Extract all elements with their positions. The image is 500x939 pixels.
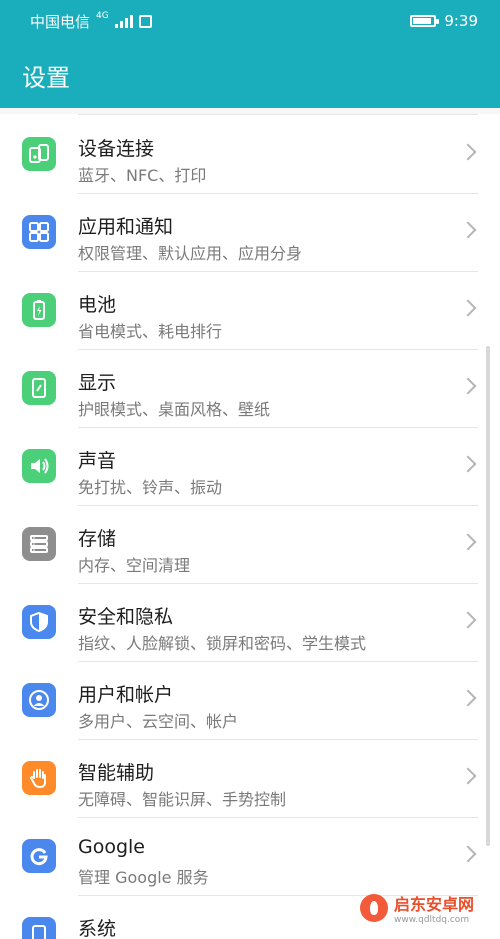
settings-item-subtitle: 指纹、人脸解锁、锁屏和密码、学生模式 [78, 634, 367, 653]
shield-icon [22, 605, 56, 639]
chevron-right-icon [459, 377, 477, 395]
settings-item-title: 应用和通知 [78, 216, 174, 238]
display-icon [22, 371, 56, 405]
settings-item-sound[interactable]: 声音 免打扰、铃声、振动 [0, 428, 500, 506]
divider [78, 114, 478, 115]
chevron-right-icon [459, 143, 477, 161]
sim-icon [138, 14, 152, 28]
watermark: 启东安卓网 www.qdltdq.com [360, 883, 494, 933]
apps-icon [22, 215, 56, 249]
chevron-right-icon [459, 455, 477, 473]
settings-item-title: 设备连接 [78, 138, 155, 160]
settings-item-subtitle: 护眼模式、桌面风格、壁纸 [78, 400, 271, 419]
settings-item-title: 系统 [78, 918, 117, 939]
chevron-right-icon [459, 845, 477, 863]
hand-icon [22, 761, 56, 795]
network-type: 4G [96, 11, 109, 21]
chevron-right-icon [459, 767, 477, 785]
carrier-label: 中国电信 [30, 12, 91, 31]
status-left: 中国电信 4G [30, 11, 152, 32]
system-icon [22, 917, 56, 939]
settings-item-title: 安全和隐私 [78, 606, 174, 628]
settings-item-subtitle: 权限管理、默认应用、应用分身 [78, 244, 303, 263]
settings-item-subtitle: 无障碍、智能识屏、手势控制 [78, 790, 287, 809]
settings-item-device-connect[interactable]: 设备连接 蓝牙、NFC、打印 [0, 116, 500, 194]
chevron-right-icon [459, 299, 477, 317]
chevron-right-icon [459, 689, 477, 707]
app-bar: 设置 [0, 42, 500, 108]
status-bar: 中国电信 4G 9:39 [0, 0, 500, 42]
settings-item-subtitle: 省电模式、耗电排行 [78, 322, 223, 341]
clock: 9:39 [444, 12, 478, 30]
settings-item-assist[interactable]: 智能辅助 无障碍、智能识屏、手势控制 [0, 740, 500, 818]
device-connect-icon [22, 137, 56, 171]
settings-item-title: Google [78, 836, 146, 858]
settings-item-title: 智能辅助 [78, 762, 155, 784]
watermark-logo-icon [360, 894, 388, 922]
user-icon [22, 683, 56, 717]
settings-item-subtitle: 蓝牙、NFC、打印 [78, 166, 207, 185]
settings-item-subtitle: 多用户、云空间、帐户 [78, 712, 239, 731]
sound-icon [22, 449, 56, 483]
settings-item-title: 显示 [78, 372, 117, 394]
battery-icon [22, 293, 56, 327]
settings-item-battery[interactable]: 电池 省电模式、耗电排行 [0, 272, 500, 350]
settings-item-storage[interactable]: 存储 内存、空间清理 [0, 506, 500, 584]
google-icon [22, 839, 56, 873]
watermark-title: 启东安卓网 [394, 895, 475, 914]
settings-item-subtitle: 内存、空间清理 [78, 556, 191, 575]
settings-item-apps[interactable]: 应用和通知 权限管理、默认应用、应用分身 [0, 194, 500, 272]
settings-item-users[interactable]: 用户和帐户 多用户、云空间、帐户 [0, 662, 500, 740]
settings-item-title: 声音 [78, 450, 117, 472]
storage-icon [22, 527, 56, 561]
settings-item-display[interactable]: 显示 护眼模式、桌面风格、壁纸 [0, 350, 500, 428]
settings-list: 设备连接 蓝牙、NFC、打印 应用和通知 权限管理、默认应用、应用分身 电池 省… [0, 114, 500, 939]
signal-icon [114, 14, 133, 28]
status-right: 9:39 [410, 12, 478, 30]
chevron-right-icon [459, 611, 477, 629]
settings-screen: 中国电信 4G 9:39 设置 设备连接 蓝牙、NFC、打印 应用和通知 权限管… [0, 0, 500, 939]
watermark-url: www.qdltdq.com [394, 915, 470, 925]
settings-item-title: 用户和帐户 [78, 684, 174, 706]
battery-status-icon [410, 15, 440, 27]
scrollbar[interactable] [486, 346, 490, 846]
settings-item-title: 电池 [78, 294, 117, 316]
settings-item-subtitle: 免打扰、铃声、振动 [78, 478, 223, 497]
chevron-right-icon [459, 221, 477, 239]
chevron-right-icon [459, 533, 477, 551]
settings-item-security[interactable]: 安全和隐私 指纹、人脸解锁、锁屏和密码、学生模式 [0, 584, 500, 662]
settings-item-title: 存储 [78, 528, 117, 550]
page-title: 设置 [22, 63, 70, 92]
settings-item-subtitle: 管理 Google 服务 [78, 868, 209, 887]
